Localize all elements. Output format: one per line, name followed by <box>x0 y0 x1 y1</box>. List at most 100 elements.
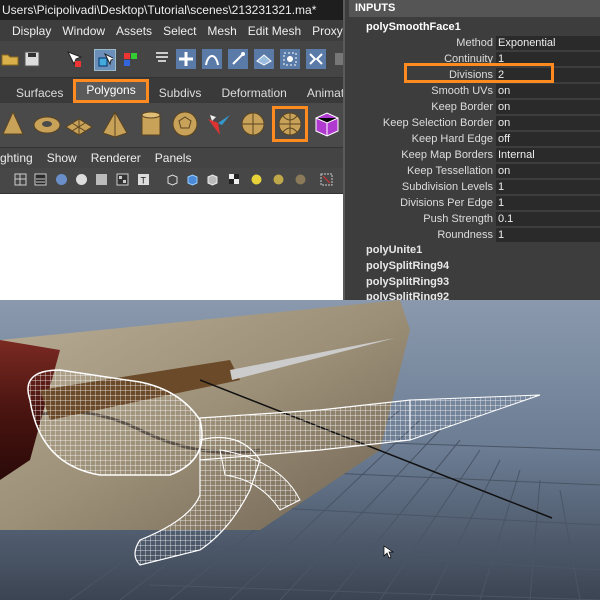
menu-window[interactable]: Window <box>62 24 105 38</box>
inputs-header[interactable]: INPUTS <box>349 0 600 17</box>
attr-value[interactable]: 1 <box>496 228 600 242</box>
menu-renderer[interactable]: Renderer <box>91 151 141 165</box>
channel-box-inputs-panel: INPUTS polySmoothFace1 Method Exponential… <box>343 0 600 300</box>
attr-divisions-per-edge[interactable]: Divisions Per Edge 1 <box>355 195 600 211</box>
menu-select[interactable]: Select <box>163 24 196 38</box>
attr-keep-tessellation[interactable]: Keep Tessellation on <box>355 163 600 179</box>
snap-view-plane-icon[interactable] <box>254 49 274 69</box>
menu-show[interactable]: Show <box>47 151 77 165</box>
status-line-toolbar <box>0 41 343 78</box>
history-node[interactable]: polySplitRing94 <box>366 260 449 272</box>
attr-label: Keep Tessellation <box>406 165 493 177</box>
tab-animation[interactable]: Animatio <box>297 83 343 103</box>
attr-value[interactable]: on <box>496 116 600 130</box>
polygons-shelf <box>0 103 343 148</box>
attr-label: Method <box>456 37 493 49</box>
menu-proxy[interactable]: Proxy <box>312 24 343 38</box>
attr-value[interactable]: off <box>496 132 600 146</box>
attr-keep-border[interactable]: Keep Border on <box>355 99 600 115</box>
divisions-highlight-box <box>404 63 554 83</box>
viewport-scene <box>0 300 600 600</box>
shaded-sphere-icon[interactable] <box>55 173 68 186</box>
symmetry-icon[interactable] <box>306 49 326 69</box>
attr-value[interactable]: 1 <box>496 196 600 210</box>
window-title: Users\Picipolivadi\Desktop\Tutorial\scen… <box>0 0 343 20</box>
backface-icon[interactable] <box>206 173 219 186</box>
select-object-icon[interactable] <box>94 49 116 71</box>
lights-icon[interactable] <box>95 173 108 186</box>
default-light-icon[interactable] <box>250 173 263 186</box>
save-scene-icon[interactable] <box>22 49 42 69</box>
tab-deformation[interactable]: Deformation <box>211 83 296 103</box>
snap-curve-icon[interactable] <box>202 49 222 69</box>
make-live-icon[interactable] <box>280 49 300 69</box>
attr-keep-map-borders[interactable]: Keep Map Borders Internal <box>355 147 600 163</box>
poly-torus-icon[interactable] <box>32 109 62 139</box>
tab-polygons[interactable]: Polygons <box>73 79 149 103</box>
ambient-light-icon[interactable] <box>272 173 285 186</box>
smooth-shade-icon[interactable] <box>34 173 47 186</box>
history-icon[interactable] <box>330 49 343 69</box>
wireframe-icon[interactable] <box>14 173 27 186</box>
attr-push-strength[interactable]: Push Strength 0.1 <box>355 211 600 227</box>
attr-roundness[interactable]: Roundness 1 <box>355 227 600 243</box>
attr-label: Divisions Per Edge <box>400 197 493 209</box>
poly-cube-purple-icon[interactable] <box>312 109 342 139</box>
attr-label: Push Strength <box>423 213 493 225</box>
menu-panels[interactable]: Panels <box>155 151 192 165</box>
point-light-icon[interactable] <box>294 173 307 186</box>
menu-edit-mesh[interactable]: Edit Mesh <box>248 24 301 38</box>
isolate-cube-icon[interactable] <box>166 173 179 186</box>
attr-label: Keep Map Borders <box>401 149 493 161</box>
attr-keep-selection-border[interactable]: Keep Selection Border on <box>355 115 600 131</box>
text-toggle-icon[interactable]: T <box>137 173 150 186</box>
menu-display[interactable]: Display <box>12 24 51 38</box>
poly-platonic-icon[interactable] <box>204 109 234 139</box>
textured-icon[interactable] <box>75 173 88 186</box>
shadows-icon[interactable] <box>116 173 129 186</box>
attr-value[interactable]: on <box>496 100 600 114</box>
xray-cube-icon[interactable] <box>186 173 199 186</box>
svg-text:T: T <box>141 176 147 186</box>
snap-point-icon[interactable] <box>228 49 248 69</box>
select-component-icon[interactable] <box>120 49 140 69</box>
history-node[interactable]: polySplitRing92 <box>366 291 449 300</box>
viewport-white-area <box>0 200 343 300</box>
open-folder-icon[interactable] <box>0 49 20 69</box>
attr-value[interactable]: Exponential <box>496 36 600 50</box>
poly-plane-icon[interactable] <box>64 109 94 139</box>
menu-assets[interactable]: Assets <box>116 24 152 38</box>
attr-value[interactable]: Internal <box>496 148 600 162</box>
main-menubar: Display Window Assets Select Mesh Edit M… <box>0 20 343 41</box>
menu-lighting[interactable]: ghting <box>0 151 33 165</box>
attr-value[interactable]: 0.1 <box>496 212 600 226</box>
snap-grid-icon[interactable] <box>176 49 196 69</box>
poly-soccer-ball-icon[interactable] <box>170 109 200 139</box>
attr-smooth-uvs[interactable]: Smooth UVs on <box>355 83 600 99</box>
attr-value[interactable]: 1 <box>496 180 600 194</box>
perspective-viewport[interactable] <box>0 300 600 600</box>
history-node[interactable]: polySplitRing93 <box>366 276 449 288</box>
menu-mesh[interactable]: Mesh <box>207 24 236 38</box>
attr-label: Roundness <box>437 229 493 241</box>
attr-keep-hard-edge[interactable]: Keep Hard Edge off <box>355 131 600 147</box>
attr-label: Keep Selection Border <box>382 117 493 129</box>
poly-pipe-icon[interactable] <box>136 109 166 139</box>
attr-value[interactable]: on <box>496 164 600 178</box>
tab-subdivs[interactable]: Subdivs <box>149 83 212 103</box>
poly-pyramid-icon[interactable] <box>100 109 130 139</box>
filter-funnel-icon[interactable] <box>152 49 172 69</box>
camera-gate-icon[interactable] <box>320 173 333 186</box>
history-node[interactable]: polyUnite1 <box>366 244 422 256</box>
poly-helix-icon[interactable] <box>238 109 268 139</box>
attr-subdivision-levels[interactable]: Subdivision Levels 1 <box>355 179 600 195</box>
attr-method[interactable]: Method Exponential <box>355 35 600 51</box>
select-hierarchy-icon[interactable] <box>64 49 84 69</box>
poly-smooth-face-node[interactable]: polySmoothFace1 <box>366 21 461 33</box>
viewport-toolbar: T <box>0 168 343 194</box>
smooth-polygon-icon[interactable] <box>272 106 308 142</box>
attr-value[interactable]: on <box>496 84 600 98</box>
checker-icon[interactable] <box>228 173 241 186</box>
poly-cone-icon[interactable] <box>0 109 28 139</box>
tab-surfaces[interactable]: Surfaces <box>6 83 73 103</box>
